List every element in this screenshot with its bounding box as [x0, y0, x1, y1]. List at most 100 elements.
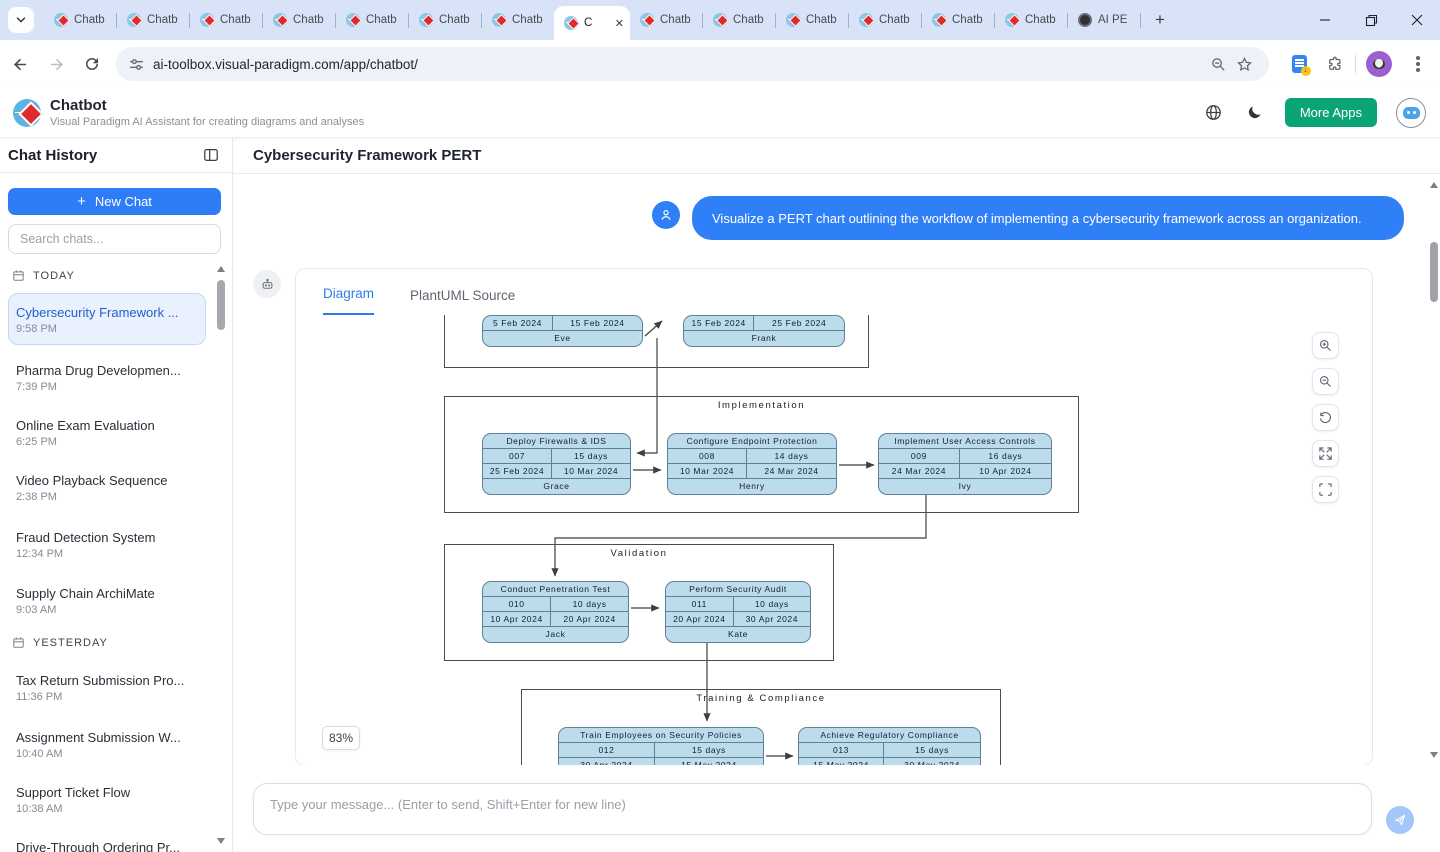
chat-title: Support Ticket Flow: [16, 785, 202, 801]
tab-plantuml-source[interactable]: PlantUML Source: [410, 288, 515, 315]
zoom-out-page-button[interactable]: [1205, 51, 1231, 77]
window-close-button[interactable]: [1394, 0, 1440, 40]
browser-window: Chatb Chatb Chatb Chatb Chatb Chatb Chat…: [0, 0, 1440, 852]
browser-tab[interactable]: Chatb: [409, 0, 481, 40]
reload-button[interactable]: [76, 48, 108, 80]
diagram-zoom-in-button[interactable]: [1312, 332, 1339, 359]
visual-paradigm-logo: [13, 99, 41, 127]
sidebar-item-supply-chain[interactable]: Supply Chain ArchiMate 9:03 AM: [16, 586, 202, 616]
url-text: ai-toolbox.visual-paradigm.com/app/chatb…: [153, 57, 1205, 72]
more-apps-button[interactable]: More Apps: [1285, 98, 1377, 127]
sidebar-item-fraud-detection[interactable]: Fraud Detection System 12:34 PM: [16, 530, 202, 560]
browser-tab[interactable]: Chatb: [336, 0, 408, 40]
chat-time: 10:40 AM: [16, 748, 202, 760]
forward-button[interactable]: [40, 48, 72, 80]
browser-tab[interactable]: Chatb: [117, 0, 189, 40]
tab-label: Chatb: [439, 14, 470, 26]
calendar-icon: [12, 636, 25, 649]
main-scrollbar-thumb[interactable]: [1430, 242, 1438, 302]
browser-tab-ai-pe[interactable]: AI PE: [1068, 0, 1140, 40]
browser-menu-button[interactable]: [1402, 48, 1434, 80]
pert-node-eve: 5 Feb 202415 Feb 2024 Eve: [482, 315, 643, 347]
tab-diagram[interactable]: Diagram: [323, 286, 374, 315]
browser-tab[interactable]: Chatb: [630, 0, 702, 40]
sidebar-item-cybersecurity[interactable]: Cybersecurity Framework ... 9:58 PM: [16, 305, 202, 335]
new-chat-label: New Chat: [95, 194, 152, 209]
diagram-fullscreen-button[interactable]: [1312, 476, 1339, 503]
browser-tab[interactable]: Chatb: [263, 0, 335, 40]
tab-label: Chatb: [952, 14, 983, 26]
browser-tab-strip: Chatb Chatb Chatb Chatb Chatb Chatb Chat…: [0, 0, 1440, 40]
diagram-expand-button[interactable]: [1312, 440, 1339, 467]
browser-tab-active[interactable]: C✕: [554, 6, 630, 40]
pert-node-frank: 15 Feb 202425 Feb 2024 Frank: [683, 315, 845, 347]
cluster-label: Validation: [445, 548, 833, 559]
browser-tab[interactable]: Chatb: [776, 0, 848, 40]
node-name: Perform Security Audit: [666, 582, 810, 597]
site-controls-icon: [128, 56, 145, 73]
window-restore-button[interactable]: [1348, 0, 1394, 40]
new-tab-button[interactable]: +: [1147, 7, 1173, 33]
chat-title: Tax Return Submission Pro...: [16, 673, 202, 689]
window-minimize-button[interactable]: [1302, 0, 1348, 40]
node-start: 30 Apr 2024: [559, 758, 655, 765]
main-scroll-down[interactable]: [1430, 752, 1438, 758]
visual-paradigm-favicon: [273, 13, 287, 27]
collapse-sidebar-button[interactable]: [202, 146, 220, 164]
node-start: 15 Feb 2024: [684, 316, 754, 331]
sidebar-scroll-up[interactable]: [217, 266, 225, 272]
browser-tab[interactable]: Chatb: [995, 0, 1067, 40]
browser-tab[interactable]: Chatb: [482, 0, 554, 40]
sidebar-scrollbar-thumb[interactable]: [217, 280, 225, 330]
diagram-zoom-out-button[interactable]: [1312, 368, 1339, 395]
main-scroll-up[interactable]: [1430, 182, 1438, 188]
fullscreen-corners-icon: [1318, 482, 1333, 497]
back-button[interactable]: [4, 48, 36, 80]
assistant-avatar-button[interactable]: [1396, 98, 1426, 128]
bookmark-button[interactable]: [1231, 51, 1257, 77]
browser-tab[interactable]: Chatb: [849, 0, 921, 40]
zoom-in-icon: [1318, 338, 1333, 353]
node-id: 007: [483, 449, 552, 464]
sidebar-item-support-ticket[interactable]: Support Ticket Flow 10:38 AM: [16, 785, 202, 815]
profile-avatar[interactable]: [1366, 51, 1392, 77]
browser-tab[interactable]: Chatb: [44, 0, 116, 40]
browser-tab[interactable]: Chatb: [922, 0, 994, 40]
extensions-button[interactable]: [1319, 48, 1351, 80]
diagram-viewport[interactable]: 5 Feb 202415 Feb 2024 Eve 15 Feb 202425 …: [296, 315, 1372, 765]
tab-search-button[interactable]: [8, 7, 34, 33]
browser-url-bar: ai-toolbox.visual-paradigm.com/app/chatb…: [0, 40, 1440, 88]
plus-icon: +: [77, 193, 86, 210]
message-input[interactable]: [253, 783, 1372, 835]
sidebar-item-pharma[interactable]: Pharma Drug Developmen... 7:39 PM: [16, 363, 202, 393]
visual-paradigm-favicon: [640, 13, 654, 27]
extension-docs-button[interactable]: [1283, 48, 1315, 80]
dark-mode-button[interactable]: [1244, 102, 1266, 124]
node-id: 008: [668, 449, 747, 464]
pert-node-train-employees: Train Employees on Security Policies 012…: [558, 727, 764, 765]
tab-label: Chatb: [806, 14, 837, 26]
node-end: 30 Apr 2024: [734, 612, 810, 627]
new-chat-button[interactable]: + New Chat: [8, 188, 221, 215]
sidebar-item-online-exam[interactable]: Online Exam Evaluation 6:25 PM: [16, 418, 202, 448]
app-header: Chatbot Visual Paradigm AI Assistant for…: [0, 88, 1440, 138]
sidebar-item-drive-through[interactable]: Drive-Through Ordering Pr...: [16, 840, 202, 852]
main-panel: Cybersecurity Framework PERT Visualize a…: [233, 138, 1440, 852]
node-name: Implement User Access Controls: [879, 434, 1051, 449]
omnibox[interactable]: ai-toolbox.visual-paradigm.com/app/chatb…: [116, 47, 1269, 81]
sidebar-scroll-down[interactable]: [217, 838, 225, 844]
diagram-reset-button[interactable]: [1312, 404, 1339, 431]
sidebar-item-assignment[interactable]: Assignment Submission W... 10:40 AM: [16, 730, 202, 760]
browser-tab[interactable]: Chatb: [190, 0, 262, 40]
tab-close-icon[interactable]: ✕: [615, 17, 624, 30]
sidebar-title: Chat History: [8, 147, 97, 164]
browser-tab[interactable]: Chatb: [703, 0, 775, 40]
search-chats-input[interactable]: [8, 224, 221, 254]
sidebar-item-video-playback[interactable]: Video Playback Sequence 2:38 PM: [16, 473, 202, 503]
send-button[interactable]: [1386, 806, 1414, 834]
language-button[interactable]: [1203, 102, 1225, 124]
sidebar-item-tax-return[interactable]: Tax Return Submission Pro... 11:36 PM: [16, 673, 202, 703]
chevron-down-icon: [14, 13, 28, 27]
node-name: Configure Endpoint Protection: [668, 434, 836, 449]
chat-history-sidebar: Chat History +New Chat TODAY Cybersecuri…: [0, 138, 233, 852]
